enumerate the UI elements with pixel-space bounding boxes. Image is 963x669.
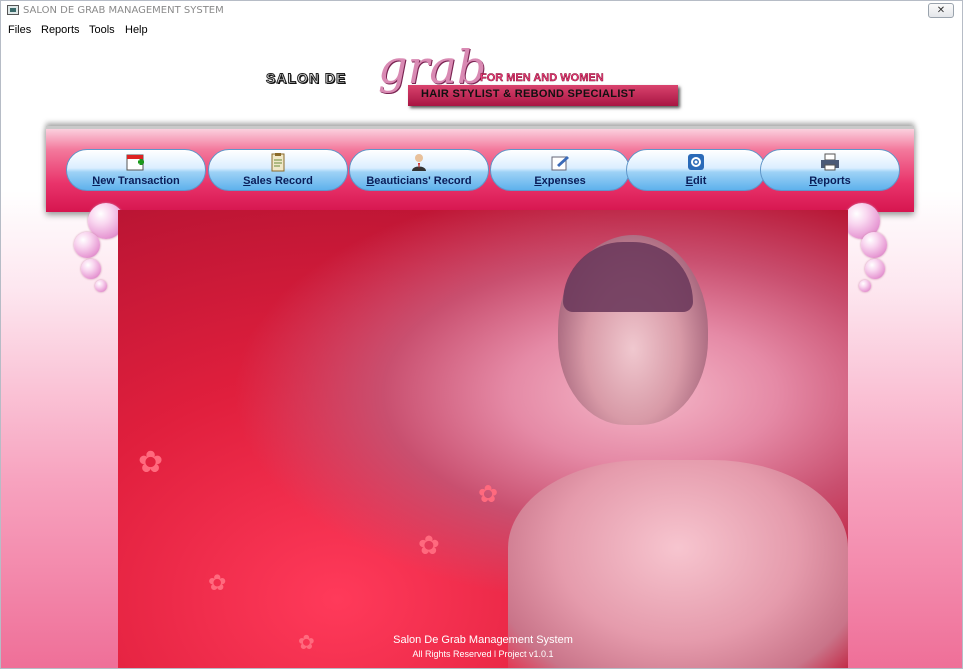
calendar-add-icon bbox=[125, 152, 147, 172]
pen-paper-icon bbox=[549, 152, 571, 172]
logo-salon-de: SALON DE bbox=[265, 70, 347, 87]
expenses-button[interactable]: Expenses bbox=[490, 149, 630, 191]
menu-help[interactable]: Help bbox=[125, 24, 148, 36]
beauticians-record-button[interactable]: Beauticians' Record bbox=[349, 149, 489, 191]
beauticians-record-label: Beauticians' Record bbox=[366, 175, 472, 187]
person-icon bbox=[408, 152, 430, 172]
main-toolbar: New Transaction Sales Record Beauticians… bbox=[46, 126, 914, 212]
sales-record-label: Sales Record bbox=[243, 175, 313, 187]
bubble-decoration bbox=[865, 259, 885, 279]
main-window: SALON DE GRAB MANAGEMENT SYSTEM ✕ Files … bbox=[0, 0, 963, 669]
edit-label: Edit bbox=[685, 175, 707, 187]
printer-icon bbox=[819, 152, 841, 172]
bubble-decoration bbox=[81, 259, 101, 279]
bubble-decoration bbox=[859, 280, 871, 292]
menu-bar: Files Reports Tools Help bbox=[1, 21, 962, 40]
app-icon bbox=[7, 5, 19, 15]
close-button[interactable]: ✕ bbox=[928, 3, 954, 18]
bubble-decoration bbox=[95, 280, 107, 292]
salon-background-image: ✿ ✿ ✿ ✿ ✿ Salon De Grab Management Syste… bbox=[118, 210, 848, 668]
new-transaction-label: New Transaction bbox=[92, 175, 180, 187]
gear-edit-icon bbox=[685, 152, 707, 172]
bubble-decoration bbox=[861, 232, 887, 258]
flower-decoration: ✿ bbox=[418, 530, 440, 560]
menu-reports[interactable]: Reports bbox=[41, 24, 80, 36]
window-title: SALON DE GRAB MANAGEMENT SYSTEM bbox=[23, 5, 224, 16]
edit-button[interactable]: Edit bbox=[626, 149, 766, 191]
reports-button[interactable]: Reports bbox=[760, 149, 900, 191]
client-area: SALON DE grab FOR MEN AND WOMEN HAIR STY… bbox=[1, 40, 962, 668]
menu-tools[interactable]: Tools bbox=[89, 24, 115, 36]
flower-decoration: ✿ bbox=[138, 446, 164, 479]
reports-label: Reports bbox=[809, 175, 851, 187]
new-transaction-button[interactable]: New Transaction bbox=[66, 149, 206, 191]
logo-tagline: HAIR STYLIST & REBOND SPECIALIST bbox=[421, 88, 636, 100]
title-bar: SALON DE GRAB MANAGEMENT SYSTEM ✕ bbox=[1, 1, 962, 21]
footer-copyright: All Rights Reserved l Project v1.0.1 bbox=[412, 649, 554, 659]
expenses-label: Expenses bbox=[534, 175, 586, 187]
footer-app-name: Salon De Grab Management System bbox=[393, 634, 573, 646]
logo-for-men-women: FOR MEN AND WOMEN bbox=[480, 72, 604, 84]
salon-logo: SALON DE grab FOR MEN AND WOMEN HAIR STY… bbox=[265, 40, 686, 110]
bubble-decoration bbox=[74, 232, 100, 258]
clipboard-icon bbox=[267, 152, 289, 172]
sales-record-button[interactable]: Sales Record bbox=[208, 149, 348, 191]
flower-decoration: ✿ bbox=[208, 570, 227, 595]
flower-decoration: ✿ bbox=[478, 481, 499, 508]
menu-files[interactable]: Files bbox=[8, 24, 31, 36]
